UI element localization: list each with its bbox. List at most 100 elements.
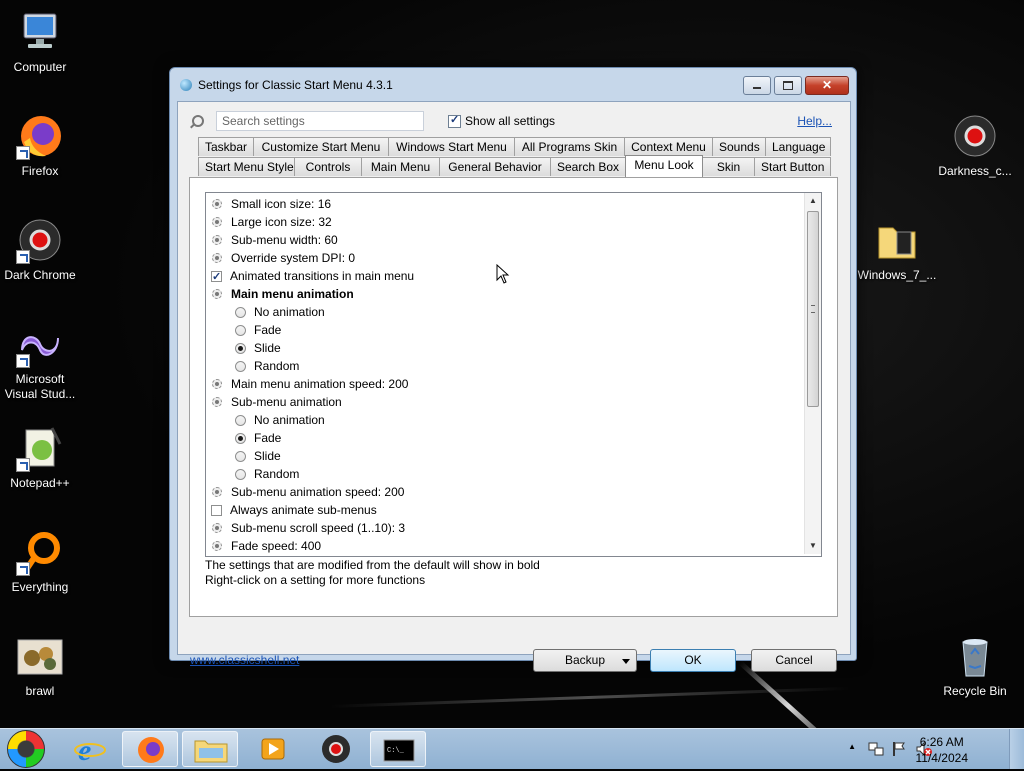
setting-row[interactable]: Sub-menu width: 60: [211, 231, 338, 249]
tab-controls[interactable]: Controls: [294, 157, 362, 176]
action-center-flag-icon[interactable]: [891, 741, 907, 757]
search-input[interactable]: [216, 111, 424, 131]
tab-sounds[interactable]: Sounds: [712, 137, 766, 156]
scroll-thumb[interactable]: [807, 211, 819, 407]
desktop-icon-firefox[interactable]: Firefox: [0, 112, 80, 179]
desktop-icon-label: Firefox: [21, 164, 59, 178]
taskbar-internet-explorer[interactable]: e: [62, 731, 118, 767]
network-icon[interactable]: [868, 741, 884, 757]
website-link[interactable]: www.classicshell.net: [190, 653, 299, 667]
setting-label: Fade: [254, 431, 282, 445]
setting-gear-icon: [211, 252, 223, 264]
setting-row[interactable]: Large icon size: 32: [211, 213, 332, 231]
setting-radio-button[interactable]: [235, 360, 246, 372]
setting-radio-button[interactable]: [235, 468, 246, 480]
mouse-cursor-icon: [496, 264, 510, 284]
taskbar-explorer[interactable]: [182, 731, 238, 767]
taskbar-firefox[interactable]: [122, 731, 178, 767]
setting-row[interactable]: Animated transitions in main menu: [211, 267, 414, 286]
desktop-icon-windows7[interactable]: Windows_7_...: [857, 216, 937, 283]
backup-button-label: Backup: [564, 653, 606, 667]
vertical-scrollbar[interactable]: ▲ ▼: [804, 193, 821, 554]
scroll-down-arrow[interactable]: ▼: [805, 538, 821, 554]
tab-start-button[interactable]: Start Button: [754, 157, 831, 176]
tab-panel: ▲ ▼ Small icon size: 16 Large icon size: …: [189, 177, 838, 617]
setting-row[interactable]: Override system DPI: 0: [211, 249, 355, 267]
setting-row[interactable]: Always animate sub-menus: [211, 501, 377, 519]
ok-button[interactable]: OK: [650, 649, 736, 672]
setting-label: Main menu animation: [231, 287, 354, 301]
setting-row[interactable]: Fade: [235, 321, 281, 339]
checkbox-box[interactable]: [448, 113, 461, 128]
desktop-icon-visual-studio[interactable]: Microsoft Visual Stud...: [0, 320, 80, 402]
recycle-bin-icon: [951, 632, 999, 680]
tab-taskbar[interactable]: Taskbar: [198, 137, 254, 156]
title-bar[interactable]: Settings for Classic Start Menu 4.3.1 ✕: [170, 68, 856, 102]
scroll-up-arrow[interactable]: ▲: [805, 193, 821, 209]
setting-row[interactable]: Random: [235, 357, 299, 375]
firefox-icon: [16, 112, 64, 160]
tab-main-menu[interactable]: Main Menu: [361, 157, 440, 176]
close-button[interactable]: ✕: [805, 76, 849, 95]
settings-dialog: Settings for Classic Start Menu 4.3.1 ✕ …: [169, 67, 857, 672]
cancel-button[interactable]: Cancel: [751, 649, 837, 672]
setting-row[interactable]: Sub-menu scroll speed (1..10): 3: [211, 519, 405, 537]
show-all-settings-checkbox[interactable]: Show all settings: [448, 113, 555, 128]
tab-start-menu-style[interactable]: Start Menu Style: [198, 157, 295, 176]
taskbar-dark-chrome[interactable]: [308, 731, 364, 767]
show-hidden-icons-button[interactable]: ▲: [848, 742, 856, 751]
setting-radio-button[interactable]: [235, 450, 246, 462]
setting-row[interactable]: Small icon size: 16: [211, 195, 331, 213]
setting-checkbox[interactable]: [211, 268, 222, 286]
desktop-icon-brawl[interactable]: brawl: [0, 632, 80, 699]
setting-row[interactable]: Main menu animation: [211, 285, 354, 303]
show-desktop-button[interactable]: [1009, 729, 1024, 769]
desktop-icon-computer[interactable]: Computer: [0, 8, 80, 75]
tab-language[interactable]: Language: [765, 137, 831, 156]
tab-customize-start-menu[interactable]: Customize Start Menu: [253, 137, 389, 156]
minimize-button[interactable]: [743, 76, 771, 95]
setting-row[interactable]: Sub-menu animation speed: 200: [211, 483, 404, 501]
tab-menu-look[interactable]: Menu Look: [625, 155, 703, 177]
desktop-icon-notepadpp[interactable]: Notepad++: [0, 424, 80, 491]
setting-radio-button[interactable]: [235, 342, 246, 354]
tab-skin[interactable]: Skin: [702, 157, 755, 176]
setting-radio-button[interactable]: [235, 324, 246, 336]
setting-label: Sub-menu width: 60: [231, 233, 338, 247]
taskbar-media-player[interactable]: [244, 731, 300, 767]
clock[interactable]: 6:26 AM 11/4/2024: [916, 734, 969, 766]
help-link[interactable]: Help...: [797, 114, 832, 128]
desktop-icon-darkness[interactable]: Darkness_c...: [935, 112, 1015, 179]
setting-gear-icon: [211, 216, 223, 228]
tab-general-behavior[interactable]: General Behavior: [439, 157, 551, 176]
maximize-button[interactable]: [774, 76, 802, 95]
desktop-icon-label: Everything: [11, 580, 69, 594]
setting-row[interactable]: No animation: [235, 303, 325, 321]
setting-row[interactable]: Fade: [235, 429, 281, 447]
desktop-icon-recycle-bin[interactable]: Recycle Bin: [935, 632, 1015, 699]
setting-row[interactable]: Random: [235, 465, 299, 483]
setting-row[interactable]: No animation: [235, 411, 325, 429]
tab-all-programs-skin[interactable]: All Programs Skin: [514, 137, 625, 156]
setting-row[interactable]: Fade speed: 400: [211, 537, 321, 555]
setting-checkbox[interactable]: [211, 504, 222, 516]
setting-row[interactable]: Slide: [235, 339, 281, 357]
dialog-client-area: Show all settings Help... Taskbar Custom…: [177, 101, 851, 672]
tab-windows-start-menu[interactable]: Windows Start Menu: [388, 137, 515, 156]
notepadpp-icon: [16, 424, 64, 472]
backup-button[interactable]: Backup: [533, 649, 637, 672]
taskbar-command-prompt[interactable]: C:\_: [370, 731, 426, 767]
tab-search-box[interactable]: Search Box: [550, 157, 626, 176]
setting-radio-button[interactable]: [235, 414, 246, 426]
setting-row[interactable]: Slide: [235, 447, 281, 465]
setting-row[interactable]: Main menu animation speed: 200: [211, 375, 408, 393]
start-button[interactable]: [7, 730, 45, 768]
tab-context-menu[interactable]: Context Menu: [624, 137, 713, 156]
settings-tree[interactable]: ▲ ▼ Small icon size: 16 Large icon size: …: [205, 192, 822, 557]
desktop-icon-dark-chrome[interactable]: Dark Chrome: [0, 216, 80, 283]
setting-gear-icon: [211, 540, 223, 552]
setting-radio-button[interactable]: [235, 306, 246, 318]
setting-row[interactable]: Sub-menu animation: [211, 393, 342, 411]
setting-radio-button[interactable]: [235, 432, 246, 444]
desktop-icon-everything[interactable]: Everything: [0, 528, 80, 595]
